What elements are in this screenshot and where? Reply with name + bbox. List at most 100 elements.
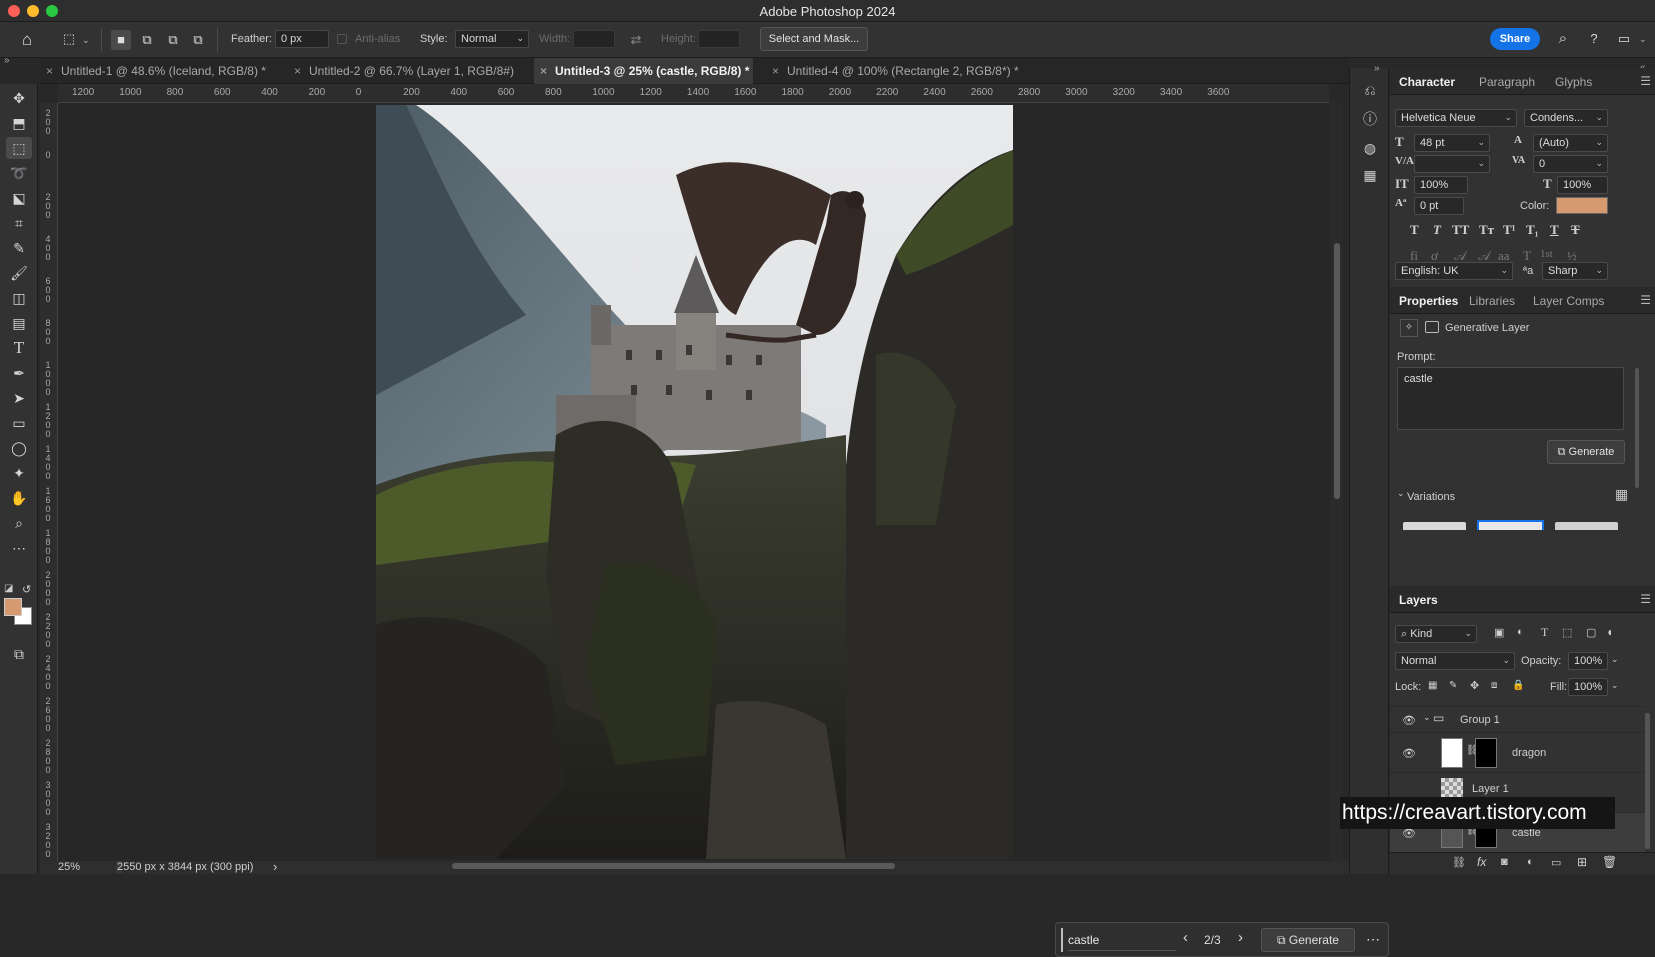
close-tab-icon[interactable]: ×: [294, 64, 301, 78]
panel-menu-icon[interactable]: ☰: [1640, 592, 1651, 606]
new-layer-icon[interactable]: ⊞: [1577, 855, 1587, 869]
select-and-mask-button[interactable]: Select and Mask...: [760, 27, 868, 51]
hand-tool-icon[interactable]: ✋: [6, 487, 32, 509]
eye-icon[interactable]: 👁: [1402, 747, 1416, 760]
eye-icon[interactable]: 👁: [1402, 714, 1416, 727]
pen-tool-icon[interactable]: ✒: [6, 362, 32, 384]
filter-smart-object-icon[interactable]: ▢: [1586, 626, 1596, 639]
path-selection-tool-icon[interactable]: ➤: [6, 387, 32, 409]
filter-shape-icon[interactable]: ⬚: [1562, 626, 1572, 639]
chevron-down-icon[interactable]: ⌄: [1423, 712, 1431, 723]
properties-scrollbar[interactable]: [1635, 368, 1639, 488]
new-selection-icon[interactable]: ■: [111, 30, 131, 50]
close-tab-icon[interactable]: ×: [46, 64, 53, 78]
vertical-scale-input[interactable]: 100%: [1414, 176, 1468, 194]
panel-menu-icon[interactable]: ☰: [1640, 74, 1651, 88]
expand-icon[interactable]: »: [4, 55, 10, 66]
document-info[interactable]: 2550 px x 3844 px (300 ppi): [117, 861, 253, 873]
lock-position-icon[interactable]: ✥: [1470, 679, 1479, 692]
history-icon[interactable]: ⎌: [1360, 80, 1380, 100]
tab-libraries[interactable]: Libraries: [1469, 294, 1515, 308]
antialias-select[interactable]: Sharp ⌄: [1542, 262, 1608, 280]
eyedropper-tool-icon[interactable]: ✎: [6, 237, 32, 259]
collapse-icon[interactable]: »: [1374, 63, 1380, 74]
chevron-down-icon[interactable]: ⌄: [1611, 680, 1619, 691]
intersect-selection-icon[interactable]: ⧉: [188, 30, 208, 50]
type-tool-icon[interactable]: T: [6, 337, 32, 359]
lock-artboard-icon[interactable]: ⧈: [1491, 680, 1497, 691]
brush-tool-icon[interactable]: 🖌: [6, 262, 32, 284]
chevron-down-icon[interactable]: ⌄: [1639, 34, 1647, 45]
anti-alias-checkbox[interactable]: [337, 34, 347, 44]
tab-properties[interactable]: Properties: [1399, 294, 1458, 308]
panel-menu-icon[interactable]: ☰: [1640, 293, 1651, 307]
kerning-select[interactable]: ⌄: [1414, 155, 1490, 173]
next-variation-icon[interactable]: ›: [1238, 929, 1243, 946]
filter-toggle-icon[interactable]: ◖: [1606, 625, 1613, 639]
object-selection-tool-icon[interactable]: ⬕: [6, 187, 32, 209]
all-caps-icon[interactable]: TT: [1452, 222, 1469, 238]
lock-image-icon[interactable]: ✎: [1449, 680, 1457, 691]
width-input[interactable]: [573, 30, 615, 48]
swap-dimensions-icon[interactable]: ⇄: [626, 30, 646, 50]
language-select[interactable]: English: UK ⌄: [1395, 262, 1513, 280]
tab-layer-comps[interactable]: Layer Comps: [1533, 294, 1604, 308]
foreground-color-swatch[interactable]: [4, 598, 22, 616]
share-button[interactable]: Share: [1490, 28, 1540, 50]
font-family-select[interactable]: Helvetica Neue ⌄: [1395, 109, 1517, 127]
horizontal-scrollbar[interactable]: [452, 863, 895, 869]
fx-icon[interactable]: fx: [1477, 855, 1486, 869]
blend-mode-select[interactable]: Normal ⌄: [1395, 652, 1515, 670]
small-caps-icon[interactable]: Tт: [1479, 222, 1494, 238]
more-tools-icon[interactable]: ⋯: [6, 537, 32, 559]
color-palette-icon[interactable]: ◍: [1360, 138, 1380, 158]
rectangle-tool-icon[interactable]: ▭: [6, 412, 32, 434]
horizontal-scale-input[interactable]: 100%: [1557, 176, 1608, 194]
strikethrough-icon[interactable]: T: [1571, 222, 1580, 238]
generate-button[interactable]: ⧉ Generate: [1261, 928, 1355, 952]
info-expand-icon[interactable]: ›: [273, 859, 277, 874]
workspace-icon[interactable]: ▭: [1614, 29, 1634, 49]
filter-adjustment-icon[interactable]: ◐: [1517, 626, 1524, 638]
layers-scrollbar[interactable]: [1645, 713, 1650, 849]
style-select[interactable]: Normal ⌄: [455, 30, 529, 48]
layer-filter-select[interactable]: ⌕ Kind ⌄: [1395, 625, 1477, 643]
layer-row-dragon[interactable]: 👁 ⛓ dragon: [1390, 732, 1645, 772]
variation-thumbnail-2[interactable]: [1477, 520, 1544, 530]
ordinals-icon[interactable]: T: [1523, 248, 1531, 264]
eraser-tool-icon[interactable]: ◫: [6, 287, 32, 309]
variation-thumbnail-1[interactable]: [1403, 522, 1466, 530]
vertical-scrollbar[interactable]: [1331, 103, 1343, 861]
baseline-shift-input[interactable]: 0 pt: [1414, 197, 1464, 215]
prompt-textarea[interactable]: castle: [1397, 367, 1624, 430]
search-icon[interactable]: ⌕: [1553, 29, 1573, 49]
zoom-tool-icon[interactable]: ⌕: [6, 512, 32, 534]
new-group-icon[interactable]: ▭: [1551, 856, 1561, 869]
fill-input[interactable]: 100%: [1568, 678, 1608, 696]
chevron-down-icon[interactable]: ⌄: [1611, 654, 1619, 665]
ellipse-tool-icon[interactable]: ◯: [6, 437, 32, 459]
tab-untitled-2[interactable]: × Untitled-2 @ 66.7% (Layer 1, RGB/8#): [288, 58, 523, 84]
filter-type-icon[interactable]: T: [1541, 625, 1548, 640]
document-canvas[interactable]: [376, 105, 1013, 859]
link-layers-icon[interactable]: ⛓: [1452, 856, 1466, 869]
text-color-swatch[interactable]: [1556, 197, 1608, 214]
delete-layer-icon[interactable]: 🗑: [1602, 855, 1617, 869]
chevron-down-icon[interactable]: ⌄: [1397, 488, 1405, 499]
lock-all-icon[interactable]: 🔒: [1512, 680, 1524, 691]
more-options-icon[interactable]: ⋯: [1366, 931, 1380, 948]
previous-variation-icon[interactable]: ‹: [1183, 929, 1188, 946]
leading-select[interactable]: (Auto) ⌄: [1533, 134, 1608, 152]
marquee-tool-preset-icon[interactable]: ⬚: [58, 29, 80, 49]
layer-row-group-1[interactable]: 👁 ⌄ ▭ Group 1: [1390, 706, 1645, 732]
close-tab-icon[interactable]: ×: [540, 64, 547, 78]
tracking-select[interactable]: 0 ⌄: [1533, 155, 1608, 173]
lasso-tool-icon[interactable]: ➰: [6, 162, 32, 184]
filter-pixel-icon[interactable]: ▣: [1494, 626, 1504, 639]
drag-handle[interactable]: [1061, 928, 1063, 952]
font-style-select[interactable]: Condens... ⌄: [1524, 109, 1608, 127]
add-mask-icon[interactable]: ◙: [1501, 856, 1508, 868]
adjustment-layer-icon[interactable]: ◐: [1527, 856, 1534, 868]
superscript-ordinal-icon[interactable]: 1st: [1540, 248, 1553, 260]
subtract-from-selection-icon[interactable]: ⧉: [163, 30, 183, 50]
